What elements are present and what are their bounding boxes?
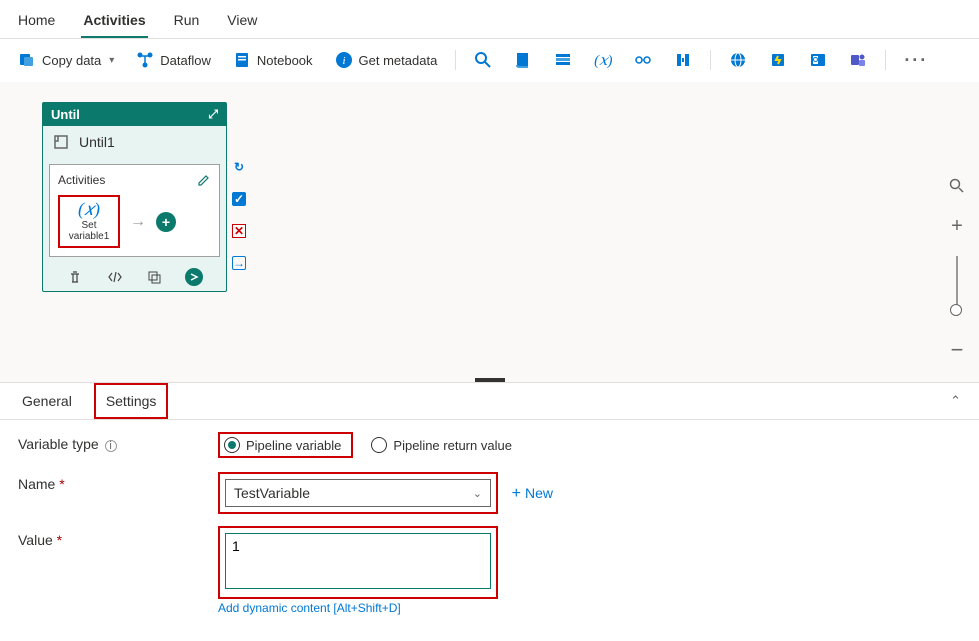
zoom-in-button[interactable]: + [943,212,971,240]
until-node[interactable]: Until ⤢ Until1 Activities (𝑥) Set variab… [42,102,227,292]
failure-connector-icon[interactable]: ✕ [232,224,246,238]
delete-icon[interactable] [66,268,84,286]
activity-name-line2: variable1 [68,231,110,242]
foreach-button[interactable] [626,47,660,73]
table-icon [554,51,572,69]
zoom-slider[interactable] [956,256,958,316]
set-variable-activity[interactable]: (𝑥) Set variable1 [58,195,120,248]
activity-name-line1: Set [68,220,110,231]
skip-connector-icon[interactable]: → [232,256,246,270]
foreach-icon [634,51,652,69]
svg-text:i: i [342,55,345,67]
radio-pipeline-variable[interactable]: Pipeline variable [218,432,353,458]
notebook-icon [233,51,251,69]
radio-icon [224,437,240,453]
notebook-label: Notebook [257,53,313,68]
script-icon [514,51,532,69]
add-activity-button[interactable]: + [156,212,176,232]
menu-activities[interactable]: Activities [81,6,147,38]
retry-connector-icon[interactable]: ↻ [232,160,246,174]
get-metadata-button[interactable]: i Get metadata [327,47,446,73]
value-input[interactable] [225,533,491,589]
loop-icon [53,134,69,150]
lookup-button[interactable] [466,47,500,73]
radio-pipeline-return-value[interactable]: Pipeline return value [371,437,512,453]
toolbar-separator [710,50,711,70]
more-button[interactable]: ··· [896,50,936,71]
zoom-out-button[interactable]: − [943,336,971,364]
rail-search-icon[interactable] [943,172,971,200]
variable-icon: (𝑥) [68,199,110,220]
info-icon[interactable]: i [105,440,117,452]
outlook-button[interactable]: O [801,47,835,73]
arrow-icon: → [130,213,146,231]
value-label: Value * [18,528,218,548]
new-variable-link[interactable]: New [512,485,553,501]
clone-icon[interactable] [145,268,163,286]
edit-icon[interactable] [197,173,211,187]
svg-text:O: O [813,57,819,64]
toolbar-separator [455,50,456,70]
tab-settings[interactable]: Settings [94,383,169,419]
toolbar-separator [885,50,886,70]
collapse-panel-icon[interactable]: ⌃ [950,393,961,409]
azure-function-button[interactable] [761,47,795,73]
radio-label: Pipeline return value [393,438,512,453]
activities-label: Activities [58,173,105,187]
chevron-down-icon: ⌄ [473,487,482,500]
search-icon [474,51,492,69]
globe-icon [729,51,747,69]
copy-data-icon [18,51,36,69]
run-icon[interactable] [185,268,203,286]
code-icon[interactable] [106,268,124,286]
outlook-icon: O [809,51,827,69]
menu-home[interactable]: Home [16,6,57,38]
stored-proc-button[interactable] [546,47,580,73]
set-variable-button[interactable]: (𝑥) [586,47,620,73]
name-select[interactable]: TestVariable ⌄ [225,479,491,507]
get-metadata-label: Get metadata [359,53,438,68]
expand-icon[interactable]: ⤢ [208,107,218,122]
name-label: Name * [18,472,218,492]
info-icon: i [335,51,353,69]
success-connector-icon[interactable]: ✓ [232,192,246,206]
script-button[interactable] [506,47,540,73]
zoom-slider-knob[interactable] [950,304,962,316]
teams-icon [849,51,867,69]
add-dynamic-content-link[interactable]: Add dynamic content [Alt+Shift+D] [218,601,498,615]
copy-data-button[interactable]: Copy data ▾ [10,47,122,73]
web-button[interactable] [721,47,755,73]
name-value: TestVariable [234,485,310,501]
chevron-down-icon: ▾ [109,55,114,66]
pipeline-canvas[interactable]: Until ⤢ Until1 Activities (𝑥) Set variab… [0,82,979,382]
variable-type-label: Variable type i [18,432,218,452]
menu-view[interactable]: View [225,6,259,38]
filter-button[interactable] [666,47,700,73]
dataflow-button[interactable]: Dataflow [128,47,219,73]
notebook-button[interactable]: Notebook [225,47,321,73]
variable-icon: (𝑥) [594,51,612,69]
node-title: Until1 [79,134,115,150]
dataflow-label: Dataflow [160,53,211,68]
radio-label: Pipeline variable [246,438,341,453]
tab-general[interactable]: General [18,383,76,419]
function-icon [769,51,787,69]
copy-data-label: Copy data [42,53,101,68]
menu-run[interactable]: Run [172,6,202,38]
dataflow-icon [136,51,154,69]
node-header-label: Until [51,107,80,122]
filter-icon [674,51,692,69]
radio-icon [371,437,387,453]
teams-button[interactable] [841,47,875,73]
